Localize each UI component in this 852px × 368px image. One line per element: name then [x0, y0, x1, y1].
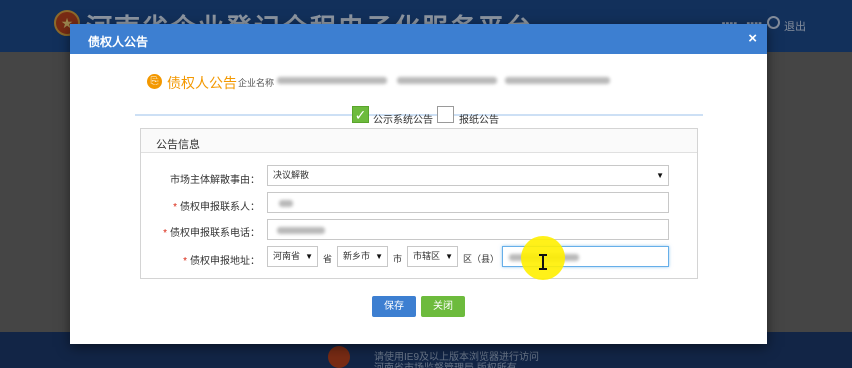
chevron-down-icon: ▼ [305, 252, 313, 261]
save-button[interactable]: 保存 [372, 296, 416, 317]
company-name-label: 企业名称 [238, 78, 275, 88]
district-suffix: 区（县） [463, 254, 500, 264]
chevron-down-icon: ▼ [656, 171, 664, 180]
phone-label: * 债权申报联系电话： [163, 228, 260, 239]
text-cursor-icon [539, 254, 547, 270]
province-select[interactable]: 河南省 ▼ [267, 246, 318, 267]
document-icon: ⎘ [147, 74, 162, 89]
district-select[interactable]: 市辖区 ▼ [407, 246, 458, 267]
panel-header: 公告信息 [141, 129, 697, 153]
newspaper-label: 报纸公告 [459, 115, 499, 126]
section-title-bar: ⎘ 债权人公告 企业名称 [135, 68, 703, 116]
phone-input[interactable] [267, 219, 669, 240]
contact-value-redacted [279, 200, 293, 207]
contact-label: * 债权申报联系人： [173, 202, 260, 213]
dissolution-reason-select[interactable]: 决议解散 ▼ [267, 165, 669, 186]
dissolution-reason-value: 决议解散 [273, 170, 310, 180]
city-suffix: 市 [393, 254, 403, 264]
dialog-header: 债权人公告 × [70, 24, 767, 54]
newspaper-checkbox[interactable] [437, 106, 454, 123]
close-icon[interactable]: × [748, 30, 757, 47]
public-system-label: 公示系统公告 [373, 115, 433, 126]
close-button[interactable]: 关闭 [421, 296, 465, 317]
chevron-down-icon: ▼ [445, 252, 453, 261]
province-suffix: 省 [323, 254, 333, 264]
public-system-checkbox[interactable]: ✓ [352, 106, 369, 123]
city-select[interactable]: 新乡市 ▼ [337, 246, 388, 267]
dialog-title: 债权人公告 [88, 35, 149, 49]
company-extra-redacted [505, 77, 610, 84]
contact-input[interactable] [267, 192, 669, 213]
panel-title: 公告信息 [156, 139, 200, 151]
phone-value-redacted [277, 227, 325, 234]
chevron-down-icon: ▼ [375, 252, 383, 261]
address-label: * 债权申报地址： [183, 256, 260, 267]
company-id-redacted [397, 77, 497, 84]
company-name-redacted [277, 77, 387, 84]
dissolution-reason-label: 市场主体解散事由： [170, 175, 260, 186]
creditor-notice-dialog: 债权人公告 × ⎘ 债权人公告 企业名称 ✓ 公示系统公告 报纸公告 公告信息 … [70, 24, 767, 344]
section-title: 债权人公告 [167, 75, 237, 91]
